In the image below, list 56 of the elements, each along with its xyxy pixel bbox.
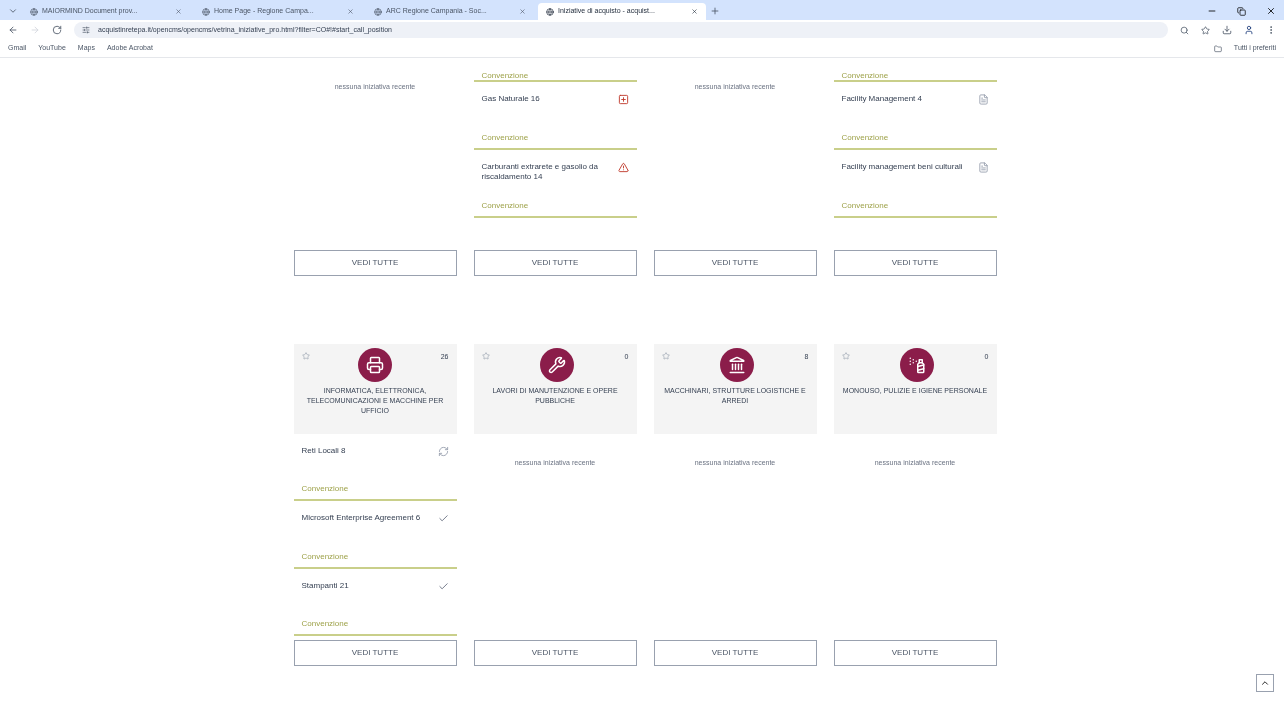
spray-can-icon [908, 356, 927, 374]
star-icon[interactable] [301, 352, 310, 360]
reload-icon[interactable] [52, 25, 62, 35]
scroll-top-button[interactable] [1256, 674, 1274, 692]
chevron-up-icon [1260, 678, 1270, 688]
restore-icon[interactable] [1237, 7, 1246, 16]
star-icon[interactable] [661, 352, 670, 360]
view-all-button[interactable]: VEDI TUTTE [473, 640, 637, 666]
initiative-name[interactable]: Gas Naturale 16 [481, 94, 610, 104]
document-icon [977, 94, 989, 105]
initiative-type: Convenzione [301, 483, 350, 496]
initiative-name[interactable]: Reti Locali 8 [301, 446, 430, 456]
view-all-button[interactable]: VEDI TUTTE [653, 640, 817, 666]
initiative-type: Convenzione [481, 200, 530, 212]
initiative-name[interactable]: Facility management beni culturali [841, 162, 970, 172]
zoom-icon[interactable] [1180, 25, 1189, 35]
star-icon[interactable] [841, 352, 850, 360]
folder-icon[interactable] [1213, 44, 1222, 53]
initiative-name[interactable]: Carburanti extrarete e gasolio da riscaldamento 14 [481, 162, 610, 182]
initiative-name[interactable]: Microsoft Enterprise Agreement 6 [301, 513, 430, 524]
site-settings-icon[interactable] [82, 26, 90, 34]
star-icon[interactable] [481, 352, 490, 360]
printer-icon [366, 356, 385, 374]
initiative-type: Convenzione [301, 618, 350, 630]
tab-list-icon[interactable] [8, 6, 18, 16]
view-all-button[interactable]: VEDI TUTTE [293, 640, 457, 666]
wrench-icon [548, 356, 567, 374]
view-all-button[interactable]: VEDI TUTTE [833, 640, 997, 666]
building-icon [728, 356, 747, 374]
new-tab-icon[interactable] [710, 6, 720, 16]
initiative-type: Convenzione [301, 550, 350, 563]
view-all-button[interactable]: VEDI TUTTE [473, 250, 637, 276]
close-icon[interactable] [1266, 6, 1276, 16]
initiative-name[interactable]: Stampanti 21 [301, 580, 430, 591]
initiative-type: Convenzione [481, 132, 530, 144]
document-icon [977, 162, 989, 173]
initiative-type: Convenzione [841, 70, 890, 82]
view-all-button[interactable]: VEDI TUTTE [833, 250, 997, 276]
back-icon[interactable] [8, 25, 18, 35]
warning-icon [617, 162, 629, 173]
initiative-name[interactable]: Facility Management 4 [841, 94, 970, 104]
view-all-button[interactable]: VEDI TUTTE [653, 250, 817, 276]
refresh-icon [437, 446, 449, 457]
globe-icon [374, 7, 382, 16]
initiative-type: Convenzione [841, 132, 890, 144]
globe-icon [202, 7, 210, 16]
bookmark-star-icon[interactable] [1201, 25, 1210, 35]
globe-icon [30, 7, 38, 16]
initiative-type: Convenzione [481, 70, 530, 82]
plus-square-icon [617, 94, 629, 105]
profile-icon[interactable] [1244, 25, 1254, 35]
globe-icon [546, 7, 554, 16]
check-icon [437, 580, 449, 592]
initiative-type: Convenzione [841, 200, 890, 212]
download-icon[interactable] [1222, 25, 1232, 35]
view-all-button[interactable]: VEDI TUTTE [293, 250, 457, 276]
